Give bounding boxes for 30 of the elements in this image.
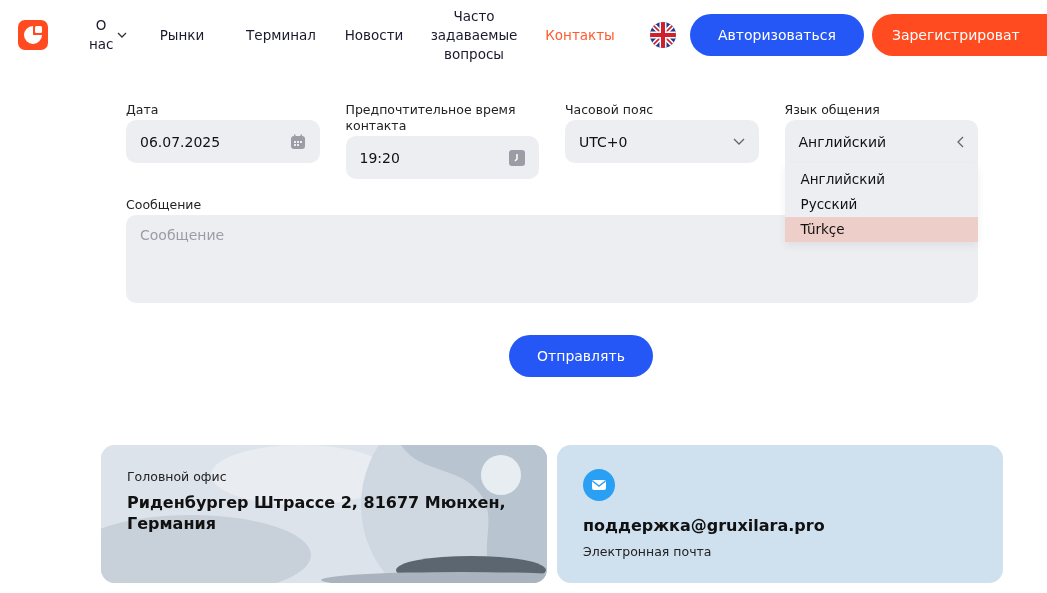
office-address: Риденбургер Штрассе 2, 81677 Мюнхен, Германия	[127, 492, 507, 534]
mail-icon	[583, 469, 615, 501]
dropdown-option[interactable]: Русский	[784, 192, 978, 217]
logo-icon[interactable]	[18, 20, 48, 50]
time-field[interactable]: 19:20	[345, 136, 539, 179]
card-caption: Головной офис	[127, 469, 228, 484]
select-field[interactable]: Английский	[784, 120, 978, 163]
clock-icon	[509, 149, 525, 166]
field-label: Дата	[126, 102, 159, 118]
chevron-left-icon	[957, 135, 964, 148]
field-label: Язык общения	[784, 102, 880, 118]
dropdown-option[interactable]: Английский	[784, 167, 978, 192]
nav-link[interactable]: Новости	[336, 25, 412, 45]
email-address[interactable]: поддержка@gruxilara.pro	[583, 515, 977, 536]
chevron-down-icon	[732, 138, 745, 145]
card-caption: Электронная почта	[583, 544, 713, 559]
nav-link[interactable]: Терминал	[226, 25, 336, 45]
select-field[interactable]: UTC+0	[565, 120, 759, 163]
nav-link[interactable]: Рынки	[138, 25, 226, 45]
date-field[interactable]: 06.07.2025	[126, 120, 320, 163]
submit-button[interactable]: Отправлять	[509, 335, 653, 377]
field-label: Предпочтительное время контакта	[345, 102, 517, 134]
field-label: Часовой пояс	[565, 102, 654, 118]
flag-icon[interactable]	[650, 22, 676, 48]
nav-link[interactable]: О нас	[78, 16, 138, 54]
nav-link[interactable]: Часто задаваемые вопросы	[412, 6, 536, 64]
login-button[interactable]: Авторизоваться	[690, 14, 864, 56]
field-label: Сообщение	[126, 197, 202, 213]
calendar-icon	[289, 133, 306, 150]
dropdown-option[interactable]: Türkçe	[784, 217, 978, 242]
